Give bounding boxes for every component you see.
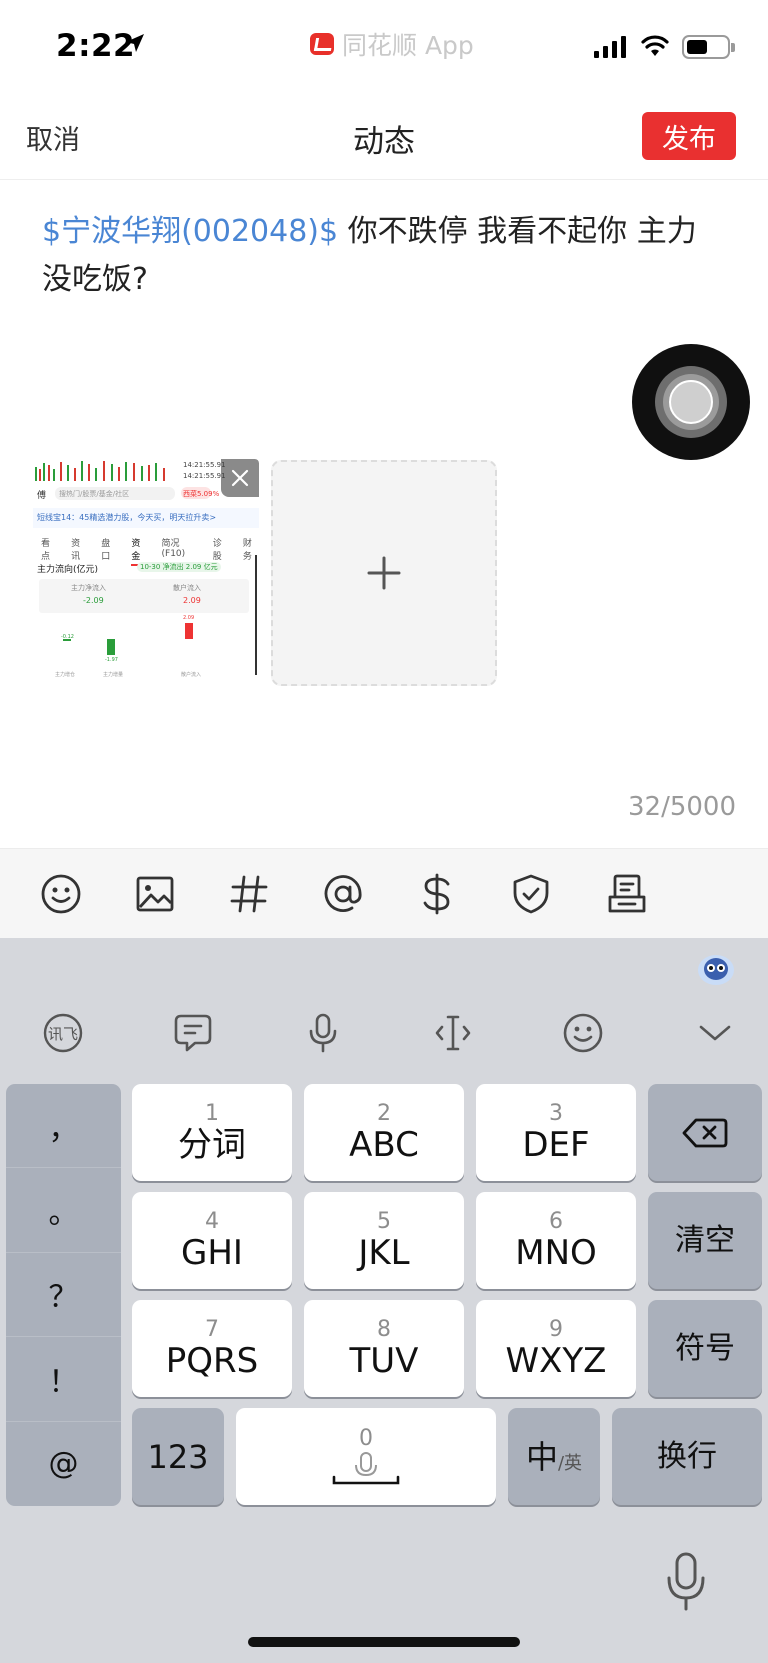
- dollar-icon: [423, 873, 450, 915]
- ime-cursor-button[interactable]: [430, 1010, 476, 1056]
- nav-bar: 取消 动态 发布: [0, 96, 768, 180]
- thumb-bar-label-3: 散户流入: [181, 672, 202, 678]
- thumb-time-2: 14:21:55.91: [183, 472, 226, 480]
- mini-bar-strip: [33, 459, 171, 481]
- key-4[interactable]: 4 GHI: [132, 1192, 292, 1289]
- thumb-bar-label-1: 主力增仓: [55, 672, 76, 678]
- remove-image-button[interactable]: [221, 459, 259, 497]
- mention-button[interactable]: [320, 871, 366, 917]
- ime-emoji-button[interactable]: [560, 1010, 606, 1056]
- thumb-time-1: 14:21:55.91: [183, 461, 226, 469]
- thumb-bar-value-1: -0.12: [61, 634, 74, 640]
- status-bar: 2:22 同花顺 App: [0, 0, 768, 96]
- key-8[interactable]: 8 TUV: [304, 1300, 464, 1397]
- backspace-icon: [682, 1118, 728, 1147]
- thumb-red-tag: 西菜5.09%: [183, 490, 220, 498]
- chat-bubble-icon: [174, 1014, 212, 1052]
- punct-key[interactable]: @: [6, 1422, 121, 1506]
- backspace-key[interactable]: [648, 1084, 762, 1181]
- thumb-bar-value-3: 2.09: [183, 615, 195, 621]
- char-counter: 32/5000: [627, 792, 736, 822]
- wifi-icon: [641, 35, 669, 56]
- key-6[interactable]: 6 MNO: [476, 1192, 636, 1289]
- punct-key[interactable]: ！: [6, 1337, 121, 1422]
- key-5[interactable]: 5 JKL: [304, 1192, 464, 1289]
- key-3[interactable]: 3 DEF: [476, 1084, 636, 1181]
- thumb-bar-value-2: -1.97: [105, 657, 118, 663]
- app-name: 同花顺 App: [342, 31, 474, 60]
- image-icon: [136, 876, 174, 912]
- hide-keyboard-button[interactable]: [692, 1010, 738, 1056]
- key-2[interactable]: 2 ABC: [304, 1084, 464, 1181]
- xunfei-logo-icon: 讯飞: [43, 1013, 83, 1053]
- microphone-icon: [667, 1552, 705, 1611]
- add-image-button[interactable]: [271, 460, 497, 686]
- keyboard: 讯飞 ， 。 ？ ！ @ 1 分词 2 ABC 3 DEF 4 GHI 5 JK…: [0, 938, 768, 1663]
- ime-phrase-button[interactable]: [170, 1010, 216, 1056]
- smiley-icon: [563, 1013, 603, 1053]
- stock-button[interactable]: [414, 871, 460, 917]
- number-mode-key[interactable]: 123: [132, 1408, 224, 1505]
- publish-button[interactable]: 发布: [642, 112, 736, 160]
- location-arrow-icon: [126, 34, 144, 52]
- home-indicator: [248, 1637, 520, 1647]
- space-mic-icon: [332, 1451, 400, 1484]
- emoji-button[interactable]: [38, 871, 84, 917]
- thumb-main-value: -2.09: [83, 596, 104, 605]
- ime-mascot-icon[interactable]: [696, 950, 736, 986]
- key-1[interactable]: 1 分词: [132, 1084, 292, 1181]
- cancel-button[interactable]: 取消: [26, 118, 80, 157]
- key-7[interactable]: 7 PQRS: [132, 1300, 292, 1397]
- plus-icon: [367, 556, 401, 590]
- smiley-icon: [41, 874, 81, 914]
- hashtag-icon: [230, 875, 268, 913]
- language-toggle-key[interactable]: 中/英: [508, 1408, 600, 1505]
- compose-toolbar: [0, 848, 768, 938]
- thumb-flow-chip: 10-30 净流出 2.09 亿元: [137, 562, 221, 572]
- ime-voice-button[interactable]: [300, 1010, 346, 1056]
- thumb-retail-label: 散户流入: [173, 584, 201, 592]
- dictation-button[interactable]: [664, 1552, 708, 1616]
- punctuation-column: ， 。 ？ ！ @: [6, 1084, 121, 1506]
- stock-tag[interactable]: $宁波华翔(002048)$: [42, 214, 338, 249]
- app-logo-icon: [310, 33, 334, 55]
- symbols-key[interactable]: 符号: [648, 1300, 762, 1397]
- back-to-app[interactable]: 同花顺 App: [310, 28, 474, 60]
- close-icon: [231, 469, 249, 487]
- at-sign-icon: [324, 875, 362, 912]
- punct-key[interactable]: ，: [6, 1084, 121, 1169]
- shield-check-icon: [513, 874, 549, 914]
- chevron-down-icon: [699, 1025, 731, 1041]
- clear-key[interactable]: 清空: [648, 1192, 762, 1289]
- post-text-input[interactable]: $宁波华翔(002048)$ 你不跌停 我看不起你 主力没吃饭?: [42, 208, 722, 304]
- keyboard-top-bar: 讯飞: [0, 938, 768, 1098]
- ime-logo-button[interactable]: 讯飞: [40, 1010, 86, 1056]
- key-9[interactable]: 9 WXYZ: [476, 1300, 636, 1397]
- punct-key[interactable]: ？: [6, 1253, 121, 1338]
- thumb-banner-text: 短线宝14：45精选潜力股，今天买，明天拉升卖>: [37, 513, 217, 522]
- thumb-scrollbar: [255, 555, 257, 675]
- thumb-search-text: 搜热门/股票/基金/社区: [59, 490, 130, 498]
- cursor-move-icon: [435, 1015, 471, 1051]
- punct-key[interactable]: 。: [6, 1168, 121, 1253]
- thumb-retail-value: 2.09: [183, 596, 201, 605]
- space-key[interactable]: 0: [236, 1408, 496, 1505]
- svg-text:讯飞: 讯飞: [48, 1025, 78, 1043]
- attached-image[interactable]: 14:21:55.91 14:21:55.91 傅 搜热门/股票/基金/社区 西…: [33, 459, 259, 681]
- microphone-icon: [309, 1013, 337, 1053]
- cellular-signal-icon: [594, 36, 626, 58]
- thumb-logo-text: 傅: [37, 491, 47, 501]
- long-post-button[interactable]: [604, 871, 650, 917]
- battery-icon: [682, 35, 735, 59]
- privacy-button[interactable]: [508, 871, 554, 917]
- image-button[interactable]: [132, 871, 178, 917]
- thumb-flow-title: 主力流向(亿元): [37, 565, 99, 575]
- enter-key[interactable]: 换行: [612, 1408, 762, 1505]
- topic-button[interactable]: [226, 871, 272, 917]
- assistive-touch-button[interactable]: [632, 344, 750, 460]
- document-icon: [608, 874, 646, 913]
- thumb-bar-label-2: 主力增量: [103, 672, 124, 678]
- thumb-main-label: 主力净流入: [71, 584, 106, 592]
